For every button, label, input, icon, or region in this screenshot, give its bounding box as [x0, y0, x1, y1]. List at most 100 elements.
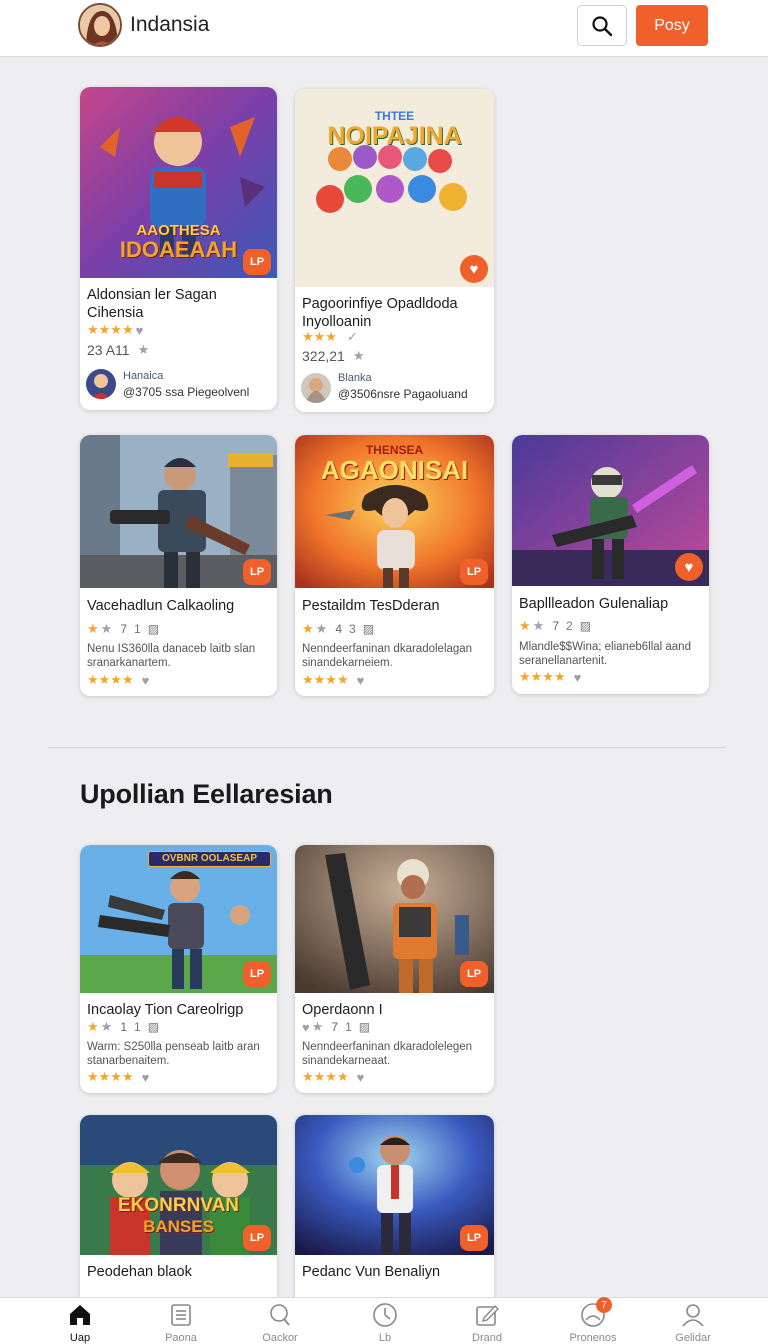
- lp-badge: LP: [243, 249, 271, 275]
- game-thumbnail: THENSEA AGAONISAI LP: [295, 435, 494, 588]
- game-card[interactable]: EKONRNVAN BANSES LP Peodehan blaok: [80, 1115, 277, 1315]
- heart-icon: ♥: [141, 672, 150, 688]
- author-handle: @3705 ssa Piegeolvenl: [123, 385, 250, 399]
- nav-item-activity[interactable]: Lb: [350, 1302, 420, 1344]
- rating-stars: ★★★ ✓: [302, 329, 358, 344]
- lp-badge: LP: [460, 559, 488, 585]
- nav-item-search[interactable]: Oackor: [245, 1302, 315, 1344]
- rating-row: ♥ ★ 7 1 ▨: [302, 1019, 371, 1035]
- rating-row: ★ ★ 4 3 ▨: [302, 621, 375, 636]
- rating-row: ★ ★ 1 1 ▨: [87, 1019, 160, 1034]
- thumbnail-banner: OVBNR OOLASEAP: [148, 851, 271, 867]
- game-title: Pagoorinfiye Opadldoda Inyolloanin: [302, 296, 458, 330]
- lp-badge: LP: [243, 559, 271, 585]
- play-count: 23 A11 ★: [87, 342, 150, 358]
- heart-icon: ♥: [469, 260, 479, 278]
- rating-stars: ★★★★ ♥: [87, 672, 150, 688]
- game-card[interactable]: AAOTHESA IDOAEAAH LP Aldonsian ler Sagan…: [80, 87, 277, 410]
- game-card[interactable]: ♥ Bapllleadon Gulenaliap ★ ★ 7 2 ▨ Mlandle$$…: [512, 435, 709, 694]
- profile-icon: [680, 1302, 706, 1328]
- heart-icon: ♥: [356, 672, 365, 688]
- game-title: Incaolay Tion Careolrigp: [87, 1002, 244, 1018]
- notification-badge: 7: [596, 1297, 612, 1313]
- search-button[interactable]: [577, 5, 627, 46]
- image-icon: ▨: [358, 1020, 371, 1034]
- game-description: Warm: S250lla penseab laitb aran stanarb…: [87, 1041, 260, 1067]
- game-title: Bapllleadon Gulenaliap: [519, 596, 669, 612]
- heart-icon: ♥: [135, 322, 144, 338]
- image-icon: ▨: [147, 1020, 160, 1034]
- star-icon: ★: [352, 348, 365, 363]
- game-title: Aldonsian ler Sagan Cihensia: [87, 287, 217, 321]
- nav-item-create[interactable]: Drand: [452, 1302, 522, 1344]
- game-thumbnail: LP: [295, 1115, 494, 1255]
- game-thumbnail: LP: [295, 845, 494, 993]
- rating-row: ★ ★ 7 2 ▨: [519, 618, 592, 633]
- edit-icon: [474, 1302, 500, 1328]
- heart-icon: ♥: [356, 1069, 365, 1085]
- chat-icon: 7: [580, 1297, 612, 1328]
- game-card[interactable]: LP Vacehadlun Calkaoling ★ ★ 7 1 ▨ Nenu IS36…: [80, 435, 277, 696]
- game-thumbnail: ♥: [512, 435, 709, 586]
- search-icon: [267, 1302, 293, 1328]
- top-bar: Indansia Posy: [0, 0, 768, 57]
- thumbnail-title: NOIPAJINA: [327, 122, 462, 150]
- app-logo-avatar[interactable]: [78, 3, 122, 47]
- rating-stars: ★★★★ ♥: [302, 672, 365, 688]
- game-card[interactable]: THTEE NOIPAJINA ♥ Pagoorinfiye Opadldoda…: [295, 89, 494, 412]
- author-name: Blanka: [338, 372, 372, 384]
- nav-item-profile[interactable]: Gelidar: [658, 1302, 728, 1344]
- game-thumbnail: LP: [80, 435, 277, 588]
- game-thumbnail: OVBNR OOLASEAP LP: [80, 845, 277, 993]
- game-thumbnail: AAOTHESA IDOAEAAH LP: [80, 87, 277, 278]
- game-card[interactable]: OVBNR OOLASEAP LP Incaolay Tion Careolri…: [80, 845, 277, 1093]
- lp-badge: LP: [243, 961, 271, 987]
- heart-icon: ♥: [684, 558, 694, 576]
- rating-stars: ★★★★ ♥: [302, 1069, 365, 1085]
- game-card[interactable]: THENSEA AGAONISAI LP Pestaildm TesDderan…: [295, 435, 494, 696]
- game-card[interactable]: LP Operdaonn I ♥ ★ 7 1 ▨ Nenndeerfaninan dka…: [295, 845, 494, 1093]
- game-title: Operdaonn I: [302, 1002, 383, 1018]
- nav-item-home[interactable]: Uap: [45, 1302, 115, 1344]
- image-icon: ▨: [362, 622, 375, 636]
- game-title: Pestaildm TesDderan: [302, 598, 440, 614]
- game-title: Vacehadlun Calkaoling: [87, 598, 235, 614]
- thumbnail-title: EKONRNVAN: [117, 1195, 240, 1216]
- game-description: Nenu IS360lla danaceb laitb slan sranark…: [87, 643, 256, 669]
- favorite-button[interactable]: ♥: [675, 553, 703, 581]
- bottom-nav: Uap Paona Oackor Lb Drand 7 Pronenos Gel…: [0, 1297, 768, 1344]
- rating-stars: ★★★★ ♥: [87, 1069, 150, 1085]
- favorite-button[interactable]: ♥: [460, 255, 488, 283]
- image-icon: ▨: [579, 619, 592, 633]
- thumbnail-title: AGAONISAI: [320, 455, 469, 485]
- heart-icon: ♥: [141, 1069, 150, 1085]
- rating-row: ★ ★ 7 1 ▨: [87, 621, 160, 636]
- section-divider: [48, 747, 726, 748]
- game-thumbnail: EKONRNVAN BANSES LP: [80, 1115, 277, 1255]
- lp-badge: LP: [460, 961, 488, 987]
- author-avatar[interactable]: [301, 373, 331, 403]
- app-title: Indansia: [130, 13, 210, 36]
- game-description: Nenndeerfaninan dkaradolelagan sinandeka…: [302, 643, 473, 669]
- thumbnail-title: THTEE: [374, 109, 415, 123]
- author-name: Hanaica: [123, 370, 164, 382]
- game-thumbnail: THTEE NOIPAJINA ♥: [295, 89, 494, 287]
- rating-stars: ★★★★ ♥: [87, 322, 144, 338]
- lp-badge: LP: [460, 1225, 488, 1251]
- nav-item-messages[interactable]: 7 Pronenos: [558, 1297, 628, 1344]
- image-icon: ▨: [147, 622, 160, 636]
- game-description: Mlandle$$Wina; elianeb6llal aand seranel…: [519, 641, 691, 667]
- nav-item-pages[interactable]: Paona: [146, 1302, 216, 1344]
- list-icon: [168, 1302, 194, 1328]
- game-description: Nenndeerfaninan dkaradolelegen sinandeka…: [302, 1041, 473, 1067]
- section-title: Upollian Eellaresian: [80, 779, 333, 809]
- author-avatar[interactable]: [86, 369, 116, 399]
- rating-stars: ★★★★ ♥: [519, 669, 582, 685]
- game-title: Pedanc Vun Benaliyn: [302, 1264, 441, 1280]
- bookmark-icon: ✓: [346, 329, 358, 344]
- game-card[interactable]: LP Pedanc Vun Benaliyn: [295, 1115, 494, 1315]
- post-button[interactable]: Posy: [636, 5, 708, 46]
- star-icon: ★: [137, 342, 150, 357]
- clock-icon: [372, 1302, 398, 1328]
- play-count: 322,21 ★: [302, 348, 365, 364]
